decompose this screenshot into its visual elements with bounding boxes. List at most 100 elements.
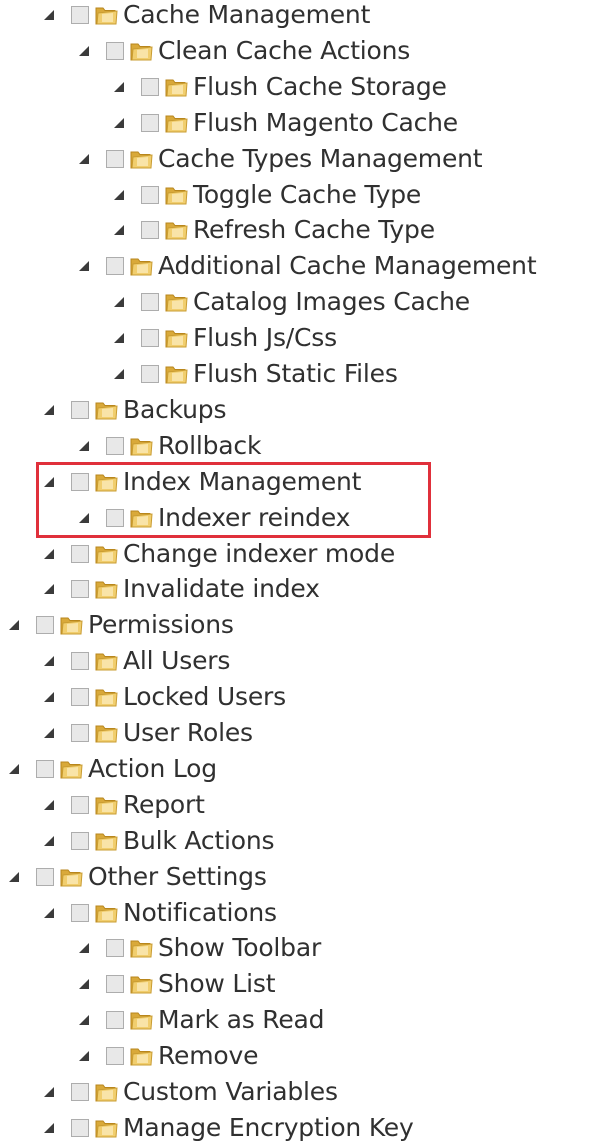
checkbox[interactable] xyxy=(106,149,124,168)
tree-item-bulk-actions[interactable]: Bulk Actions xyxy=(43,823,274,859)
expand-arrow-icon[interactable] xyxy=(78,45,90,57)
tree-item-show-list[interactable]: Show List xyxy=(78,966,276,1002)
tree-item-label[interactable]: User Roles xyxy=(123,715,253,751)
checkbox[interactable] xyxy=(71,472,89,491)
tree-item-label[interactable]: Manage Encryption Key xyxy=(123,1110,414,1146)
tree-item-label[interactable]: Change indexer mode xyxy=(123,536,395,572)
checkbox[interactable] xyxy=(71,400,89,419)
tree-item-label[interactable]: Toggle Cache Type xyxy=(193,177,421,213)
checkbox[interactable] xyxy=(106,41,124,60)
tree-item-report[interactable]: Report xyxy=(43,787,205,823)
expand-arrow-icon[interactable] xyxy=(43,835,55,847)
tree-item-user-roles[interactable]: User Roles xyxy=(43,715,253,751)
tree-item-other-settings[interactable]: Other Settings xyxy=(8,859,267,895)
checkbox[interactable] xyxy=(71,831,89,850)
checkbox[interactable] xyxy=(36,867,54,886)
expand-arrow-icon[interactable] xyxy=(43,1086,55,1098)
tree-item-label[interactable]: Show List xyxy=(158,966,276,1002)
tree-item-notifications[interactable]: Notifications xyxy=(43,895,277,931)
tree-item-all-users[interactable]: All Users xyxy=(43,643,230,679)
tree-item-label[interactable]: All Users xyxy=(123,643,230,679)
checkbox[interactable] xyxy=(36,616,54,635)
expand-arrow-icon[interactable] xyxy=(43,1122,55,1134)
expand-arrow-icon[interactable] xyxy=(78,978,90,990)
tree-item-flush-magento-cache[interactable]: Flush Magento Cache xyxy=(113,105,458,141)
tree-item-label[interactable]: Other Settings xyxy=(88,859,267,895)
tree-item-label[interactable]: Catalog Images Cache xyxy=(193,284,470,320)
checkbox[interactable] xyxy=(71,724,89,742)
checkbox[interactable] xyxy=(106,257,124,276)
tree-item-additional-cache-management[interactable]: Additional Cache Management xyxy=(78,248,537,284)
checkbox[interactable] xyxy=(71,544,89,563)
tree-item-change-indexer-mode[interactable]: Change indexer mode xyxy=(43,536,395,572)
checkbox[interactable] xyxy=(141,221,159,240)
tree-item-label[interactable]: Flush Js/Css xyxy=(193,320,337,356)
tree-item-label[interactable]: Permissions xyxy=(88,607,234,643)
tree-item-rollback[interactable]: Rollback xyxy=(78,428,261,464)
tree-item-cache-types-management[interactable]: Cache Types Management xyxy=(78,141,483,177)
tree-item-label[interactable]: Bulk Actions xyxy=(123,823,274,859)
expand-arrow-icon[interactable] xyxy=(43,583,55,595)
checkbox[interactable] xyxy=(141,329,159,348)
expand-arrow-icon[interactable] xyxy=(8,763,20,775)
tree-item-label[interactable]: Backups xyxy=(123,392,226,428)
tree-item-remove[interactable]: Remove xyxy=(78,1038,258,1074)
tree-item-permissions[interactable]: Permissions xyxy=(8,607,234,643)
tree-item-action-log[interactable]: Action Log xyxy=(8,751,217,787)
expand-arrow-icon[interactable] xyxy=(78,512,90,524)
checkbox[interactable] xyxy=(141,365,159,383)
expand-arrow-icon[interactable] xyxy=(43,404,55,416)
checkbox[interactable] xyxy=(71,6,89,24)
tree-item-backups[interactable]: Backups xyxy=(43,392,226,428)
tree-item-label[interactable]: Custom Variables xyxy=(123,1074,338,1110)
expand-arrow-icon[interactable] xyxy=(78,1014,90,1026)
expand-arrow-icon[interactable] xyxy=(43,655,55,667)
expand-arrow-icon[interactable] xyxy=(78,1050,90,1062)
checkbox[interactable] xyxy=(71,1083,89,1101)
checkbox[interactable] xyxy=(71,652,89,671)
tree-item-label[interactable]: Locked Users xyxy=(123,679,286,715)
expand-arrow-icon[interactable] xyxy=(78,942,90,954)
expand-arrow-icon[interactable] xyxy=(78,260,90,272)
checkbox[interactable] xyxy=(106,436,124,455)
tree-item-label[interactable]: Flush Cache Storage xyxy=(193,69,447,105)
checkbox[interactable] xyxy=(71,688,89,707)
expand-arrow-icon[interactable] xyxy=(113,368,125,380)
checkbox[interactable] xyxy=(106,975,124,994)
tree-item-invalidate-index[interactable]: Invalidate index xyxy=(43,571,320,607)
expand-arrow-icon[interactable] xyxy=(8,619,20,631)
expand-arrow-icon[interactable] xyxy=(43,476,55,488)
tree-item-label[interactable]: Flush Static Files xyxy=(193,356,398,392)
expand-arrow-icon[interactable] xyxy=(113,296,125,308)
expand-arrow-icon[interactable] xyxy=(113,224,125,236)
tree-item-label[interactable]: Refresh Cache Type xyxy=(193,212,435,248)
checkbox[interactable] xyxy=(141,185,159,204)
tree-item-label[interactable]: Index Management xyxy=(123,464,361,500)
expand-arrow-icon[interactable] xyxy=(43,691,55,703)
checkbox[interactable] xyxy=(71,580,89,599)
tree-item-label[interactable]: Remove xyxy=(158,1038,258,1074)
tree-item-label[interactable]: Cache Management xyxy=(123,0,370,33)
tree-item-label[interactable]: Indexer reindex xyxy=(158,500,350,536)
tree-item-toggle-cache-type[interactable]: Toggle Cache Type xyxy=(113,177,421,213)
expand-arrow-icon[interactable] xyxy=(43,727,55,739)
expand-arrow-icon[interactable] xyxy=(78,440,90,452)
checkbox[interactable] xyxy=(141,77,159,96)
tree-item-label[interactable]: Report xyxy=(123,787,205,823)
expand-arrow-icon[interactable] xyxy=(113,332,125,344)
tree-item-manage-encryption-key[interactable]: Manage Encryption Key xyxy=(43,1110,414,1146)
tree-item-label[interactable]: Flush Magento Cache xyxy=(193,105,458,141)
tree-item-mark-as-read[interactable]: Mark as Read xyxy=(78,1002,325,1038)
expand-arrow-icon[interactable] xyxy=(8,871,20,883)
tree-item-clean-cache-actions[interactable]: Clean Cache Actions xyxy=(78,33,410,69)
tree-item-label[interactable]: Show Toolbar xyxy=(158,930,321,966)
expand-arrow-icon[interactable] xyxy=(43,799,55,811)
checkbox[interactable] xyxy=(36,759,54,778)
checkbox[interactable] xyxy=(141,293,159,312)
expand-arrow-icon[interactable] xyxy=(78,153,90,165)
tree-item-flush-js-css[interactable]: Flush Js/Css xyxy=(113,320,337,356)
tree-item-refresh-cache-type[interactable]: Refresh Cache Type xyxy=(113,212,435,248)
checkbox[interactable] xyxy=(71,1118,89,1137)
tree-item-index-management[interactable]: Index Management xyxy=(43,464,361,500)
tree-item-label[interactable]: Clean Cache Actions xyxy=(158,33,410,69)
